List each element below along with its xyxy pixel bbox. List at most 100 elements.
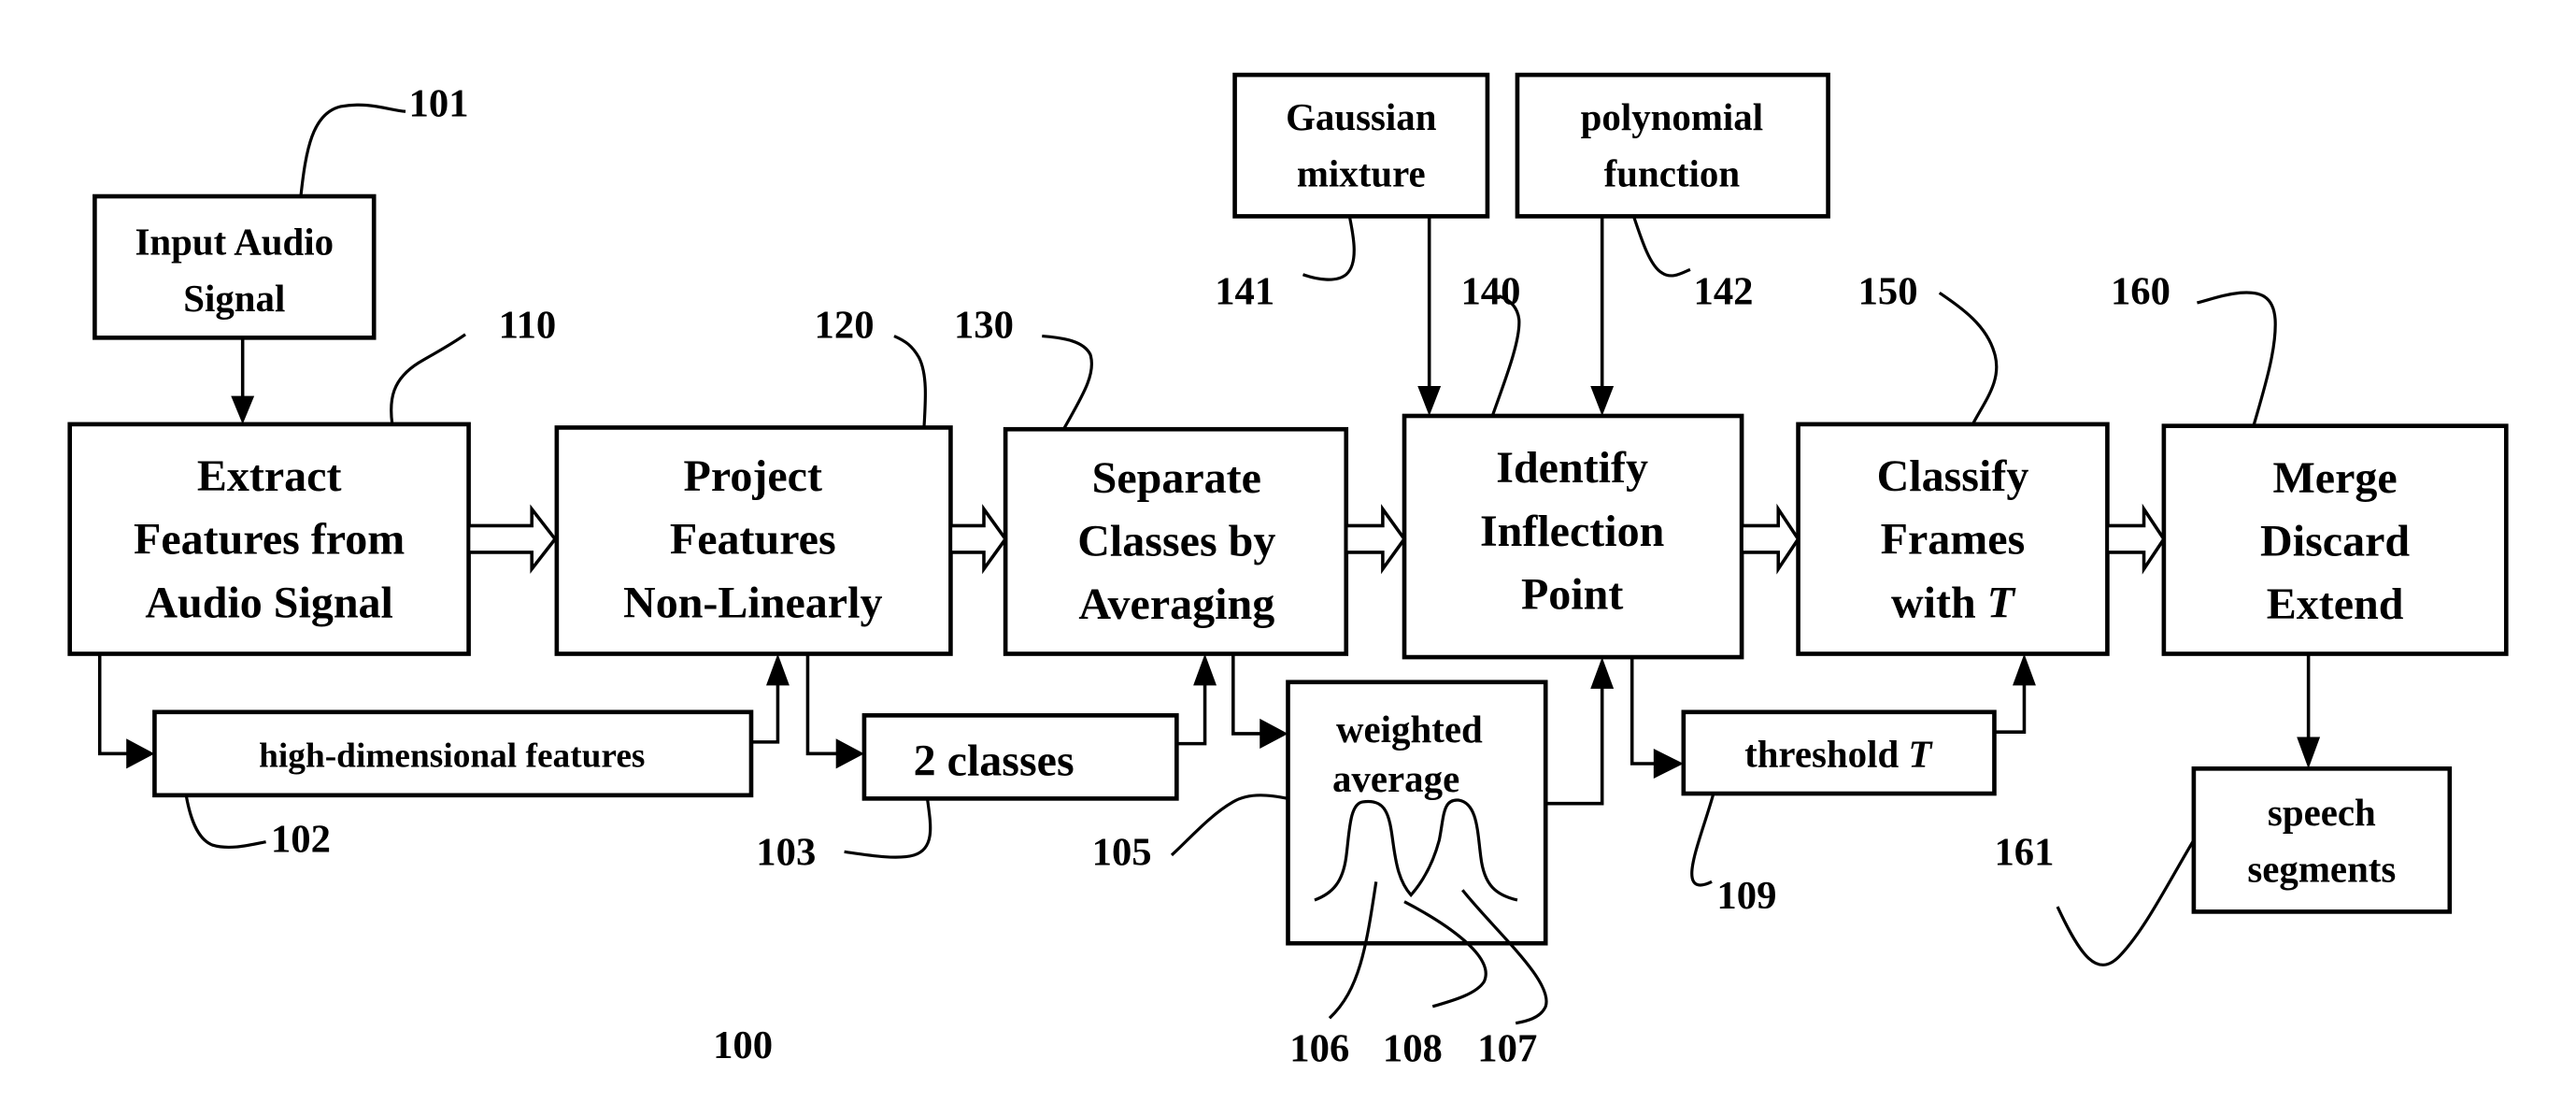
box-high-dimensional-features: high-dimensional features xyxy=(152,709,754,798)
box-label: Merge xyxy=(2272,453,2397,503)
box-two-classes: 2 classes xyxy=(861,713,1179,801)
ref-number: 102 xyxy=(271,817,331,861)
arrow-extract-to-high-dim xyxy=(97,653,155,769)
box-label: weighted xyxy=(1336,708,1483,751)
box-label: 2 classes xyxy=(914,736,1075,785)
ref-103: 103 xyxy=(756,798,932,875)
box-label: high-dimensional features xyxy=(259,737,645,776)
arrow-separate-to-weighted-average xyxy=(1231,653,1288,749)
ref-160: 160 xyxy=(2111,270,2277,427)
ref-number: 101 xyxy=(409,82,469,126)
arrow-merge-to-speech-segments xyxy=(2297,653,2321,769)
arrow-weighted-average-to-identify xyxy=(1545,657,1615,806)
box-label: Input Audio xyxy=(135,221,334,263)
arrow-gaussian-to-identify xyxy=(1417,216,1442,416)
ref-number: 140 xyxy=(1460,270,1520,314)
box-label: Frames xyxy=(1881,515,2026,565)
ref-110: 110 xyxy=(390,303,557,425)
box-label-text: with xyxy=(1891,578,1987,627)
box-weighted-average: weighted average xyxy=(1286,680,1548,1025)
box-speech-segments: speech segments xyxy=(2191,766,2453,914)
box-label: Averaging xyxy=(1078,579,1274,629)
box-label: Extract xyxy=(197,451,342,501)
hollow-arrow-classify-to-merge xyxy=(2105,503,2167,575)
arrow-polynomial-to-identify xyxy=(1590,216,1615,416)
box-label: Audio Signal xyxy=(145,578,393,627)
hollow-arrow-extract-to-project xyxy=(466,504,558,574)
ref-142: 142 xyxy=(1631,215,1754,314)
ref-107: 107 xyxy=(1477,1027,1537,1071)
box-label: segments xyxy=(2247,848,2396,890)
box-label: Features from xyxy=(134,515,405,565)
ref-number: 120 xyxy=(815,303,875,347)
curve-ref-labels: 106 108 107 xyxy=(1289,1027,1537,1071)
box-label: Classes by xyxy=(1077,516,1275,565)
ref-140: 140 xyxy=(1460,270,1520,417)
ref-161: 161 xyxy=(1994,831,2196,966)
ref-130: 130 xyxy=(954,303,1093,431)
box-label: Classify xyxy=(1877,451,2029,501)
box-label: speech xyxy=(2268,792,2376,834)
box-project-features: Project Features Non-Linearly xyxy=(554,425,953,656)
ref-number: 130 xyxy=(954,303,1014,347)
box-label: Gaussian xyxy=(1286,96,1437,138)
threshold-symbol: T xyxy=(1908,734,1933,776)
box-label: Project xyxy=(684,451,822,501)
arrow-project-to-two-classes xyxy=(805,653,864,769)
ref-150: 150 xyxy=(1858,270,1999,425)
box-label: Point xyxy=(1521,569,1623,619)
box-label: Inflection xyxy=(1480,507,1664,556)
box-classify-frames: Classify Frames with T xyxy=(1796,422,2110,656)
arrow-identify-to-threshold xyxy=(1630,657,1684,780)
ref-109: 109 xyxy=(1690,793,1776,918)
ref-108: 108 xyxy=(1383,1027,1443,1071)
box-separate-classes: Separate Classes by Averaging xyxy=(1003,426,1349,656)
box-gaussian-mixture: Gaussian mixture xyxy=(1232,72,1490,219)
arrow-high-dim-to-project xyxy=(750,653,790,744)
ref-number: 161 xyxy=(1994,831,2054,875)
hollow-arrow-identify-to-classify xyxy=(1740,503,1800,575)
ref-number: 103 xyxy=(756,831,816,875)
ref-number: 160 xyxy=(2111,270,2170,314)
box-label: function xyxy=(1604,152,1741,194)
ref-120: 120 xyxy=(815,303,927,428)
ref-number: 109 xyxy=(1716,874,1776,918)
ref-141: 141 xyxy=(1215,216,1356,314)
arrow-two-classes-to-separate xyxy=(1176,653,1217,746)
ref-number: 142 xyxy=(1694,270,1754,314)
box-label: Signal xyxy=(183,278,285,320)
hollow-arrow-separate-to-identify xyxy=(1344,504,1407,575)
ref-105: 105 xyxy=(1092,794,1288,875)
box-label: with T xyxy=(1891,578,2016,627)
arrow-input-to-extract xyxy=(231,337,255,424)
box-label: Non-Linearly xyxy=(623,578,882,627)
ref-102: 102 xyxy=(184,794,331,861)
box-label: Extend xyxy=(2267,579,2404,629)
figure-number: 100 xyxy=(713,1023,773,1067)
box-merge-discard-extend: Merge Discard Extend xyxy=(2161,423,2509,656)
ref-number: 105 xyxy=(1092,831,1152,875)
box-label: polynomial xyxy=(1581,96,1763,138)
box-label: Features xyxy=(670,515,836,565)
ref-101: 101 xyxy=(299,82,469,197)
flowchart-canvas: Input Audio Signal Extract Features from… xyxy=(67,72,2509,1071)
box-label: Separate xyxy=(1092,453,1261,503)
patent-diagram: Input Audio Signal Extract Features from… xyxy=(0,0,2576,1111)
box-label-text: threshold xyxy=(1744,734,1908,776)
box-polynomial-function: polynomial function xyxy=(1515,72,1830,219)
hollow-arrow-project-to-separate xyxy=(948,504,1008,575)
box-threshold: threshold T xyxy=(1681,709,1997,796)
ref-number: 141 xyxy=(1215,270,1274,314)
threshold-symbol: T xyxy=(1987,578,2016,627)
ref-106: 106 xyxy=(1289,1027,1349,1071)
box-label: Discard xyxy=(2260,516,2410,565)
box-input-audio: Input Audio Signal xyxy=(93,193,377,340)
ref-number: 110 xyxy=(499,303,557,347)
box-label: average xyxy=(1332,758,1459,800)
box-label: threshold T xyxy=(1744,734,1933,776)
box-label: mixture xyxy=(1297,152,1426,194)
arrow-threshold-to-classify xyxy=(1994,653,2036,734)
box-label: Identify xyxy=(1496,443,1648,493)
box-extract-features: Extract Features from Audio Signal xyxy=(67,422,471,656)
ref-number: 150 xyxy=(1858,270,1918,314)
